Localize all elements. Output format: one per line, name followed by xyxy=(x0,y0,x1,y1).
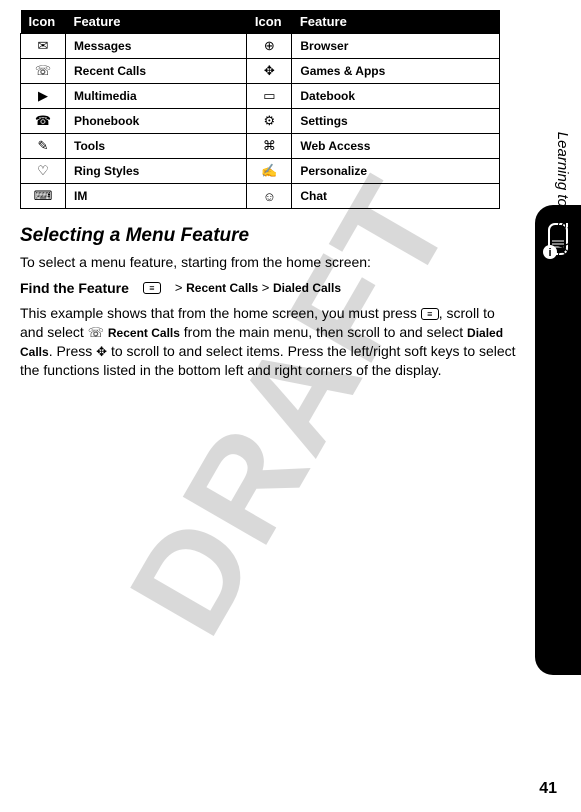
menu-key-icon: ≡ xyxy=(143,282,161,294)
tools-icon: ✎ xyxy=(21,134,66,159)
table-row: ⌨IM☺Chat xyxy=(21,184,500,209)
table-row: ✎Tools⌘Web Access xyxy=(21,134,500,159)
col-feature-2: Feature xyxy=(292,10,500,34)
table-row: ▶Multimedia▭Datebook xyxy=(21,84,500,109)
menu-icon-table: Icon Feature Icon Feature ✉Messages⊕Brow… xyxy=(20,10,500,209)
body-text: . Press xyxy=(49,343,96,359)
joystick-icon: ✥ xyxy=(247,59,292,84)
feature-cell: Phonebook xyxy=(66,109,247,134)
table-row: ✉Messages⊕Browser xyxy=(21,34,500,59)
col-feature-1: Feature xyxy=(66,10,247,34)
table-row: ☏Recent Calls✥Games & Apps xyxy=(21,59,500,84)
feature-cell: Chat xyxy=(292,184,500,209)
sep: > xyxy=(175,280,183,295)
feature-cell: Multimedia xyxy=(66,84,247,109)
feature-cell: Ring Styles xyxy=(66,159,247,184)
crumb-recent-calls: Recent Calls xyxy=(186,281,258,295)
feature-cell: Tools xyxy=(66,134,247,159)
feature-cell: Browser xyxy=(292,34,500,59)
web-access-icon: ⌘ xyxy=(247,134,292,159)
phonebook-icon: ☎ xyxy=(21,109,66,134)
menu-key-icon: ≡ xyxy=(421,308,439,320)
body-text: from the main menu, then scroll to and s… xyxy=(180,324,467,340)
recent-calls-label: Recent Calls xyxy=(108,326,180,340)
intro-paragraph: To select a menu feature, starting from … xyxy=(20,253,521,272)
col-icon-2: Icon xyxy=(247,10,292,34)
find-label: Find the Feature xyxy=(20,280,129,296)
im-icon: ⌨ xyxy=(21,184,66,209)
find-feature-row: Find the Feature ≡ > Recent Calls > Dial… xyxy=(20,280,521,296)
feature-cell: Personalize xyxy=(292,159,500,184)
page-content: Icon Feature Icon Feature ✉Messages⊕Brow… xyxy=(0,0,581,379)
table-row: ♡Ring Styles✍Personalize xyxy=(21,159,500,184)
body-paragraph: This example shows that from the home sc… xyxy=(20,304,521,380)
datebook-icon: ▭ xyxy=(247,84,292,109)
feature-cell: Recent Calls xyxy=(66,59,247,84)
globe-icon: ⊕ xyxy=(247,34,292,59)
ring-styles-icon: ♡ xyxy=(21,159,66,184)
table-header-row: Icon Feature Icon Feature xyxy=(21,10,500,34)
recent-calls-icon: ☏ xyxy=(21,59,66,84)
table-row: ☎Phonebook⚙Settings xyxy=(21,109,500,134)
chat-icon: ☺ xyxy=(247,184,292,209)
nav-key-icon: ✥ xyxy=(96,343,107,361)
feature-cell: Messages xyxy=(66,34,247,59)
settings-icon: ⚙ xyxy=(247,109,292,134)
body-text: This example shows that from the home sc… xyxy=(20,305,421,321)
table-body: ✉Messages⊕Browser☏Recent Calls✥Games & A… xyxy=(21,34,500,209)
feature-cell: Games & Apps xyxy=(292,59,500,84)
feature-cell: Settings xyxy=(292,109,500,134)
multimedia-icon: ▶ xyxy=(21,84,66,109)
recent-calls-icon: ☏ xyxy=(88,324,104,342)
crumb-dialed-calls: Dialed Calls xyxy=(273,281,341,295)
feature-cell: IM xyxy=(66,184,247,209)
side-section-label: Learning to Use Your Phone xyxy=(554,132,571,320)
envelope-icon: ✉ xyxy=(21,34,66,59)
section-heading: Selecting a Menu Feature xyxy=(20,225,521,247)
page-number: 41 xyxy=(539,780,557,798)
personalize-icon: ✍ xyxy=(247,159,292,184)
feature-cell: Web Access xyxy=(292,134,500,159)
breadcrumb: > Recent Calls > Dialed Calls xyxy=(175,280,341,295)
feature-cell: Datebook xyxy=(292,84,500,109)
sep: > xyxy=(262,280,270,295)
col-icon-1: Icon xyxy=(21,10,66,34)
svg-text:i: i xyxy=(548,247,551,259)
